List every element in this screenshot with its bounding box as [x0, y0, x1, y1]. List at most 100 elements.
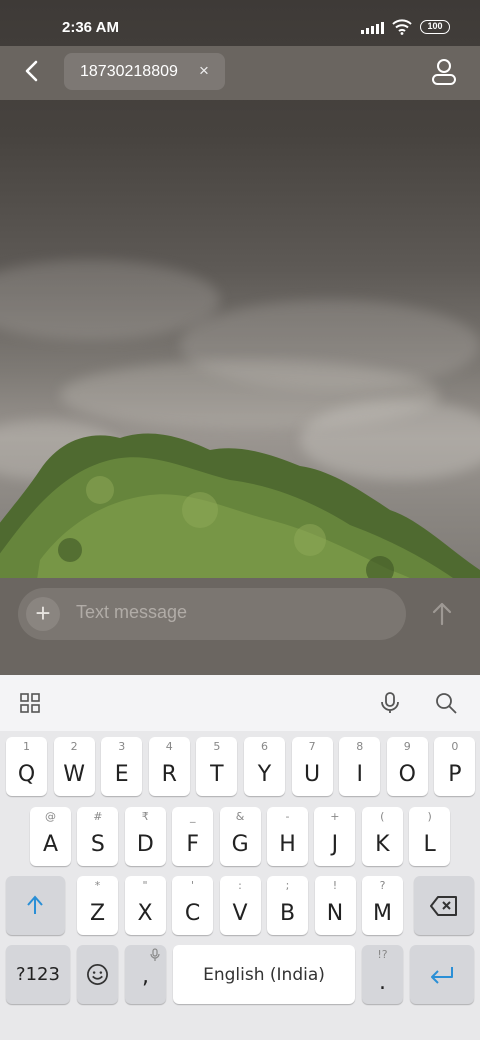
- signal-icon: [361, 21, 384, 34]
- key-g[interactable]: & G: [219, 807, 261, 866]
- shift-key[interactable]: [6, 876, 65, 935]
- keyboard: 1 Q 2 W 3 E 4 R 5 T 6 Y 7 U 8 I 9 O 0 P @ A # S ₹ D _ F & G - H + J(K) L * Z…: [0, 675, 480, 1040]
- key-k[interactable]: (K: [361, 807, 403, 866]
- key-alt-label: *: [94, 879, 101, 892]
- key-label: B: [279, 901, 296, 926]
- enter-arrow-icon: [431, 967, 453, 984]
- key-label: M: [373, 901, 392, 926]
- key-label: I: [356, 762, 363, 787]
- key-label: L: [423, 832, 436, 857]
- key-alt-label: +: [330, 810, 340, 823]
- key-alt-label: 7: [308, 740, 316, 753]
- key-z[interactable]: * Z: [77, 876, 118, 935]
- conversation-header: 18730218809 ×: [0, 46, 480, 100]
- key-m[interactable]: ? M: [362, 876, 403, 935]
- key-alt-label: _: [189, 810, 196, 823]
- person-icon[interactable]: [430, 58, 458, 86]
- key-alt-label: #: [93, 810, 103, 823]
- key-i[interactable]: 8I: [339, 737, 381, 796]
- plus-icon[interactable]: +: [26, 597, 60, 631]
- key-w[interactable]: 2W: [53, 737, 95, 796]
- key-r[interactable]: 4R: [148, 737, 190, 796]
- key-t[interactable]: 5T: [196, 737, 238, 796]
- status-icons: 100: [361, 19, 450, 35]
- battery-icon: 100: [420, 20, 450, 34]
- key-label: G: [231, 832, 249, 857]
- emoji-icon: [87, 964, 108, 985]
- key-y[interactable]: 6Y: [244, 737, 285, 796]
- status-time: 2:36 AM: [62, 19, 119, 36]
- key-alt-label: 4: [165, 740, 173, 753]
- period-key[interactable]: !? .: [362, 945, 403, 1004]
- key-n[interactable]: ! N: [314, 876, 356, 935]
- key-alt-label: ?: [379, 879, 386, 892]
- key-v[interactable]: :V: [219, 876, 261, 935]
- key-alt-label: :: [238, 879, 242, 892]
- key-label: U: [304, 762, 321, 787]
- back-arrow-icon[interactable]: [18, 56, 48, 86]
- key-u[interactable]: 7U: [291, 737, 333, 796]
- key-s[interactable]: # S: [77, 807, 119, 866]
- send-arrow-icon[interactable]: [428, 600, 456, 628]
- key-alt-label: -: [285, 810, 290, 823]
- key-label: X: [137, 901, 153, 926]
- key-label: P: [448, 762, 462, 787]
- key-label: E: [114, 762, 129, 787]
- key-x[interactable]: " X: [124, 876, 166, 935]
- key-label: W: [63, 762, 85, 787]
- message-input-placeholder[interactable]: Text message: [76, 602, 187, 623]
- symbols-key-label: ?123: [16, 964, 60, 985]
- key-alt-label: 6: [261, 740, 268, 753]
- comma-key[interactable]: ,: [125, 945, 166, 1004]
- key-label: A: [42, 832, 59, 857]
- key-alt-label: (: [380, 810, 385, 823]
- key-alt-label: ': [190, 879, 195, 892]
- key-label: V: [232, 901, 248, 926]
- keyboard-toolbar: [0, 675, 480, 731]
- key-label: J: [331, 832, 339, 857]
- key-alt-label: 5: [213, 740, 221, 753]
- close-icon[interactable]: ×: [195, 62, 213, 80]
- key-alt-label: 2: [70, 740, 78, 753]
- key-alt-label: ): [427, 810, 432, 823]
- wifi-icon: [392, 19, 412, 35]
- key-label: S: [90, 832, 105, 857]
- recipient-chip[interactable]: 18730218809 ×: [64, 53, 225, 90]
- key-a[interactable]: @ A: [30, 807, 71, 866]
- shift-arrow-icon: [27, 895, 43, 914]
- backspace-icon: [430, 896, 457, 916]
- backspace-key[interactable]: [414, 876, 474, 935]
- key-l[interactable]: ) L: [409, 807, 451, 866]
- search-icon[interactable]: [434, 691, 458, 715]
- key-alt-label: &: [235, 810, 245, 823]
- message-field[interactable]: + Text message: [18, 588, 406, 640]
- enter-key[interactable]: [410, 945, 474, 1004]
- key-label: R: [161, 762, 177, 787]
- key-q[interactable]: 1Q: [6, 737, 47, 796]
- key-p[interactable]: 0P: [434, 737, 476, 796]
- key-c[interactable]: ' C: [172, 876, 213, 935]
- key-alt-label: 3: [118, 740, 126, 753]
- key-j[interactable]: + J: [314, 807, 356, 866]
- key-alt-label: 8: [356, 740, 364, 753]
- emoji-key[interactable]: [77, 945, 118, 1004]
- grid-icon[interactable]: [18, 691, 42, 715]
- key-d[interactable]: ₹ D: [124, 807, 166, 866]
- key-label: H: [279, 832, 296, 857]
- key-e[interactable]: 3E: [101, 737, 143, 796]
- key-label: D: [136, 832, 154, 857]
- key-b[interactable]: ; B: [267, 876, 308, 935]
- key-f[interactable]: _ F: [172, 807, 214, 866]
- key-alt-label: ₹: [141, 810, 149, 823]
- symbols-key[interactable]: ?123: [6, 945, 70, 1004]
- space-key[interactable]: English (India): [173, 945, 355, 1004]
- microphone-icon[interactable]: [378, 691, 402, 715]
- compose-bar: + Text message: [0, 578, 480, 675]
- key-alt-label: @: [45, 810, 56, 823]
- key-o[interactable]: 9O: [386, 737, 428, 796]
- space-key-label: English (India): [203, 964, 325, 985]
- wallpaper-background: [0, 0, 480, 675]
- recipient-number: 18730218809: [80, 62, 178, 80]
- key-alt-label: !: [332, 879, 338, 892]
- key-h[interactable]: -H: [267, 807, 308, 866]
